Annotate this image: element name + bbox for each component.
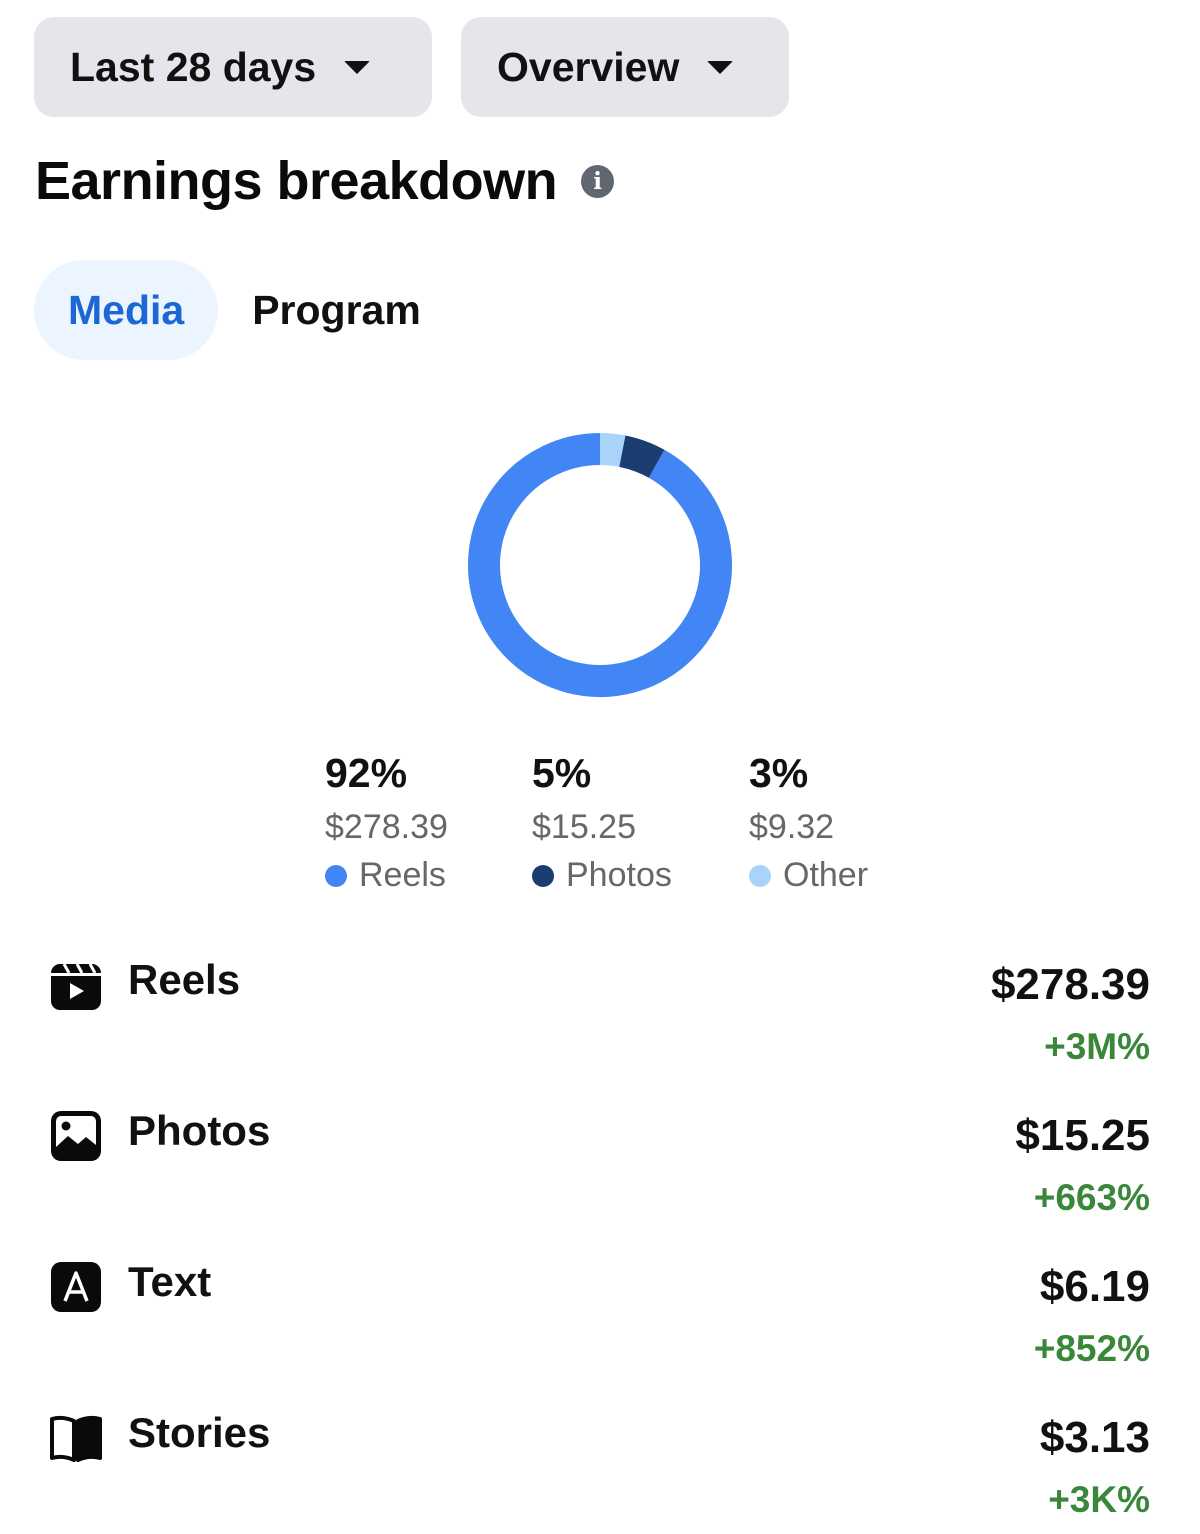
view-label: Overview: [497, 43, 680, 90]
media-amount: $15.25: [1015, 1111, 1150, 1160]
legend-item-reels: 92% $278.39 Reels: [325, 750, 448, 895]
reels-icon: [51, 963, 101, 1010]
date-range-dropdown[interactable]: Last 28 days: [34, 17, 432, 117]
legend-label-text: Other: [783, 856, 869, 894]
media-amount: $278.39: [990, 960, 1150, 1009]
legend-amount: $15.25: [532, 808, 636, 846]
media-name: Stories: [128, 1409, 271, 1456]
caret-down-icon: [344, 60, 371, 74]
caret-down-icon: [707, 60, 734, 74]
media-row-stories[interactable]: Stories $3.13 +3K%: [0, 1401, 1200, 1534]
legend-item-other: 3% $9.32 Other: [749, 750, 868, 895]
legend-percent: 3%: [749, 750, 809, 796]
photo-icon: [51, 1111, 101, 1161]
legend-item-photos: 5% $15.25 Photos: [532, 750, 672, 895]
donut-segment-other: [599, 433, 626, 467]
legend-dot: [325, 864, 347, 887]
date-range-label: Last 28 days: [70, 43, 317, 90]
legend-amount: $9.32: [749, 808, 835, 846]
legend-label: Other: [749, 856, 868, 895]
media-row-reels[interactable]: Reels $278.39 +3M%: [0, 948, 1200, 1099]
media-change: +663%: [1033, 1177, 1150, 1218]
earnings-page: Last 28 days Overview Earnings breakdown…: [0, 0, 1200, 1534]
tab-program[interactable]: Program: [218, 260, 455, 360]
legend-percent: 5%: [532, 750, 592, 796]
media-row-text[interactable]: Text $6.19 +852%: [0, 1250, 1200, 1401]
legend-amount: $278.39: [325, 808, 448, 846]
legend-dot: [532, 864, 554, 887]
page-title: Earnings breakdown: [35, 151, 558, 211]
legend-percent: 92%: [325, 750, 408, 796]
donut-segment-reels: [468, 433, 732, 697]
media-amount: $3.13: [1039, 1413, 1150, 1462]
media-change: +3K%: [1048, 1479, 1150, 1520]
view-dropdown[interactable]: Overview: [461, 17, 789, 117]
media-change: +3M%: [1044, 1026, 1150, 1067]
media-name: Text: [128, 1258, 212, 1305]
text-icon: [51, 1262, 101, 1312]
media-earnings-list: Reels $278.39 +3M% Photos $15.25 +663% T…: [0, 948, 1200, 1534]
book-icon: [50, 1415, 102, 1462]
media-amount: $6.19: [1039, 1262, 1150, 1311]
legend-label: Reels: [325, 856, 448, 895]
tab-media[interactable]: Media: [34, 260, 219, 360]
legend-dot: [749, 864, 771, 887]
donut-segment-photos: [618, 435, 665, 478]
media-name: Photos: [128, 1107, 271, 1154]
media-name: Reels: [128, 956, 241, 1003]
earnings-donut-chart: [468, 433, 732, 697]
tab-bar: Media Program: [34, 260, 455, 360]
media-row-photos[interactable]: Photos $15.25 +663%: [0, 1099, 1200, 1250]
legend-label: Photos: [532, 856, 672, 895]
media-change: +852%: [1033, 1328, 1150, 1369]
filter-bar: Last 28 days Overview: [34, 17, 789, 117]
legend-label-text: Reels: [359, 856, 446, 894]
section-heading: Earnings breakdown i: [35, 150, 615, 212]
info-icon[interactable]: i: [581, 164, 615, 198]
legend-label-text: Photos: [566, 856, 672, 894]
